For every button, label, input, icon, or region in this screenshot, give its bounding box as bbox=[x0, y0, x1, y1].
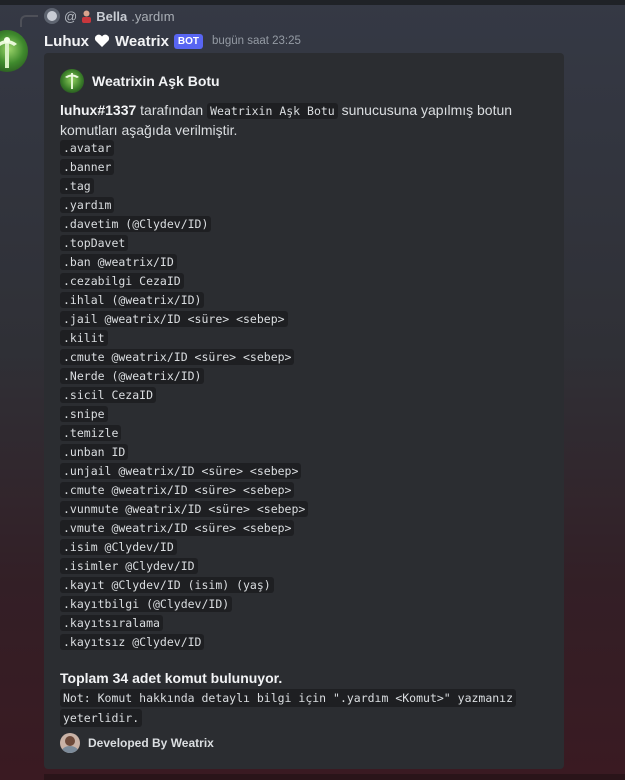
command-item: .ihlal (@weatrix/ID) bbox=[60, 290, 308, 309]
footer-icon bbox=[60, 733, 80, 753]
command-item: .kayıtbilgi (@Clydev/ID) bbox=[60, 594, 308, 613]
message-header: Luhux Weatrix BOT bugün saat 23:25 bbox=[44, 31, 301, 51]
command-code: .cmute @weatrix/ID <süre> <sebep> bbox=[60, 348, 295, 365]
command-item: .davetim (@Clydev/ID) bbox=[60, 214, 308, 233]
description-user: luhux#1337 bbox=[60, 102, 137, 118]
embed-description: luhux#1337 tarafından Weatrixin Aşk Botu… bbox=[60, 101, 530, 140]
message-timestamp[interactable]: bugün saat 23:25 bbox=[212, 35, 301, 47]
username[interactable]: Luhux bbox=[44, 33, 89, 50]
command-code: .kayıtbilgi (@Clydev/ID) bbox=[60, 595, 233, 612]
command-code: .jail @weatrix/ID <süre> <sebep> bbox=[60, 310, 288, 327]
command-item: .cezabilgi CezaID bbox=[60, 271, 308, 290]
description-text-1: tarafından bbox=[136, 102, 208, 118]
command-item: .kayıtsıralama bbox=[60, 613, 308, 632]
command-code: .ihlal (@weatrix/ID) bbox=[60, 291, 205, 308]
command-item: .kilit bbox=[60, 328, 308, 347]
command-item: .vmute @weatrix/ID <süre> <sebep> bbox=[60, 518, 308, 537]
command-item: .unjail @weatrix/ID <süre> <sebep> bbox=[60, 461, 308, 480]
command-item: .unban ID bbox=[60, 442, 308, 461]
command-code: .temizle bbox=[60, 424, 122, 441]
command-item: .sicil CezaID bbox=[60, 385, 308, 404]
command-code: .kayıtsıralama bbox=[60, 614, 163, 631]
note-line-2: yeterlidir. bbox=[60, 709, 143, 727]
command-item: .banner bbox=[60, 157, 308, 176]
heart-icon bbox=[94, 34, 110, 47]
command-item: .avatar bbox=[60, 138, 308, 157]
command-item: .isim @Clydev/ID bbox=[60, 537, 308, 556]
bot-avatar[interactable] bbox=[0, 30, 28, 72]
role-icon bbox=[82, 10, 92, 23]
embed-card: Weatrixin Aşk Botu luhux#1337 tarafından… bbox=[44, 53, 564, 769]
embed-author: Weatrixin Aşk Botu bbox=[60, 69, 220, 93]
command-item: .snipe bbox=[60, 404, 308, 423]
command-code: .banner bbox=[60, 158, 115, 175]
embed-author-name: Weatrixin Aşk Botu bbox=[92, 73, 220, 89]
command-code: .cezabilgi CezaID bbox=[60, 272, 184, 289]
bot-badge: BOT bbox=[173, 33, 204, 49]
command-item: .isimler @Clydev/ID bbox=[60, 556, 308, 575]
command-item: .yardım bbox=[60, 195, 308, 214]
username-suffix[interactable]: Weatrix bbox=[115, 33, 169, 50]
command-list: .avatar .banner .tag .yardım .davetim (@Clyd… bbox=[60, 138, 309, 651]
command-item: .temizle bbox=[60, 423, 308, 442]
command-item: .ban @weatrix/ID bbox=[60, 252, 308, 271]
command-code: .avatar bbox=[60, 139, 115, 156]
command-total: Toplam 34 adet komut bulunuyor. bbox=[60, 670, 283, 686]
author-icon bbox=[60, 69, 84, 93]
command-item: .kayıtsız @Clydev/ID bbox=[60, 632, 308, 651]
command-code: .Nerde (@weatrix/ID) bbox=[60, 367, 205, 384]
command-code: .kilit bbox=[60, 329, 108, 346]
command-item: .cmute @weatrix/ID <süre> <sebep> bbox=[60, 347, 308, 366]
reply-content[interactable]: .yardım bbox=[131, 9, 174, 24]
reply-at-symbol: @ bbox=[64, 8, 78, 24]
command-item: .vunmute @weatrix/ID <süre> <sebep> bbox=[60, 499, 309, 518]
command-item: .jail @weatrix/ID <süre> <sebep> bbox=[60, 309, 308, 328]
command-item: .Nerde (@weatrix/ID) bbox=[60, 366, 308, 385]
command-code: .ban @weatrix/ID bbox=[60, 253, 177, 270]
command-code: .topDavet bbox=[60, 234, 129, 251]
reply-reference[interactable]: @ Bella .yardım bbox=[44, 7, 175, 25]
top-bar bbox=[0, 0, 625, 5]
command-code: .tag bbox=[60, 177, 94, 194]
bottom-divider bbox=[44, 774, 625, 780]
reply-avatar[interactable] bbox=[44, 8, 60, 24]
command-code: .kayıtsız @Clydev/ID bbox=[60, 633, 205, 650]
note-block: Not: Komut hakkında detaylı bilgi için "… bbox=[60, 688, 540, 728]
command-code: .snipe bbox=[60, 405, 108, 422]
command-code: .kayıt @Clydev/ID (isim) (yaş) bbox=[60, 576, 274, 593]
command-item: .cmute @weatrix/ID <süre> <sebep> bbox=[60, 480, 308, 499]
embed-footer: Developed By Weatrix bbox=[60, 733, 214, 753]
command-code: .vunmute @weatrix/ID <süre> <sebep> bbox=[60, 500, 309, 517]
command-item: .topDavet bbox=[60, 233, 308, 252]
command-item: .tag bbox=[60, 176, 308, 195]
reply-username[interactable]: Bella bbox=[96, 9, 127, 24]
reply-connector bbox=[20, 15, 38, 27]
command-code: .yardım bbox=[60, 196, 115, 213]
command-code: .vmute @weatrix/ID <süre> <sebep> bbox=[60, 519, 295, 536]
command-code: .sicil CezaID bbox=[60, 386, 157, 403]
command-code: .isim @Clydev/ID bbox=[60, 538, 177, 555]
note-line-1: Not: Komut hakkında detaylı bilgi için "… bbox=[60, 689, 517, 707]
command-item: .kayıt @Clydev/ID (isim) (yaş) bbox=[60, 575, 308, 594]
command-code: .davetim (@Clydev/ID) bbox=[60, 215, 212, 232]
command-code: .unjail @weatrix/ID <süre> <sebep> bbox=[60, 462, 302, 479]
command-code: .cmute @weatrix/ID <süre> <sebep> bbox=[60, 481, 295, 498]
footer-text: Developed By Weatrix bbox=[88, 736, 214, 750]
command-code: .isimler @Clydev/ID bbox=[60, 557, 198, 574]
description-server: Weatrixin Aşk Botu bbox=[207, 103, 338, 119]
command-code: .unban ID bbox=[60, 443, 129, 460]
